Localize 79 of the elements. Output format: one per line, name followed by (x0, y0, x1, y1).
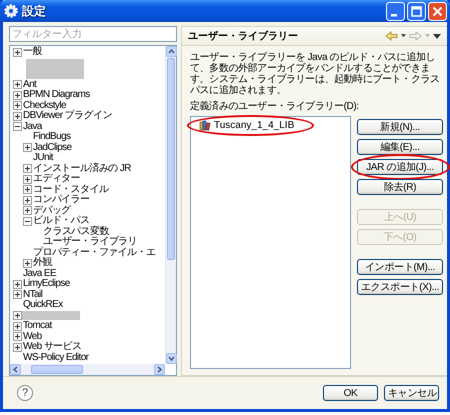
collapse-icon[interactable] (13, 122, 22, 132)
expand-icon[interactable] (13, 48, 22, 57)
action-button[interactable]: インポート(M)... (357, 259, 443, 275)
tree-item[interactable]: QuickREx (22, 300, 63, 310)
page-title: ユーザー・ライブラリー (188, 30, 299, 43)
scroll-down-icon[interactable] (166, 353, 177, 364)
tree-item[interactable]: Web サービス (22, 342, 82, 352)
action-button[interactable]: エクスポート(X)... (357, 279, 444, 295)
tree-item[interactable]: ビルド・パス (32, 216, 90, 226)
dropdown-icon[interactable] (401, 34, 406, 38)
tree-item[interactable]: BPMN Diagrams (22, 90, 90, 100)
redacted-block (22, 311, 80, 320)
tree-item[interactable]: インストール済みの JR (32, 164, 131, 174)
action-button[interactable]: 編集(E)... (357, 139, 443, 155)
action-button[interactable]: 除去(R) (357, 179, 443, 195)
tree-item[interactable]: エディター (32, 174, 80, 184)
scroll-up-icon[interactable] (166, 46, 177, 57)
expand-icon[interactable] (13, 290, 22, 300)
tree-item[interactable]: コード・スタイル (32, 184, 108, 195)
expand-icon[interactable] (23, 196, 32, 205)
expand-icon[interactable] (13, 90, 22, 100)
tree-item[interactable]: DBViewer プラグイン (22, 111, 112, 122)
cancel-button[interactable]: キャンセル (384, 385, 439, 401)
close-icon[interactable] (428, 2, 447, 20)
list-label: 定義済みのユーザー・ライブラリー(D): (190, 100, 360, 113)
scroll-right-icon[interactable] (154, 364, 165, 375)
minimize-icon[interactable] (386, 2, 405, 20)
scroll-thumb[interactable] (31, 365, 83, 374)
action-button[interactable]: 新規(N)... (357, 119, 443, 135)
expand-icon[interactable] (13, 311, 22, 320)
tree-item[interactable]: コンパイラー (32, 195, 90, 206)
help-button[interactable]: ? (17, 385, 33, 401)
description-text: ユーザー・ライブラリーを Java のビルド・パスに追加して、多数の外部アーカイブをバンドルすることができます。システム・ライブラリーは、起動時にブート・クラスパスに追加されます。 (190, 52, 441, 96)
expand-icon[interactable] (13, 80, 22, 90)
tree-item[interactable]: 一般 (22, 47, 42, 58)
expand-icon[interactable] (23, 164, 32, 174)
tree-item[interactable]: Java (22, 122, 42, 132)
ok-button[interactable]: OK (323, 385, 378, 401)
tree-item[interactable]: WS-Policy Editor (22, 352, 88, 363)
scroll-thumb[interactable] (167, 58, 175, 260)
tree-item[interactable]: Ant (22, 80, 36, 90)
expand-icon[interactable] (13, 101, 22, 110)
expand-icon[interactable] (23, 143, 32, 152)
action-button[interactable]: JAR の追加(J)... (357, 159, 443, 175)
gear-icon (4, 4, 18, 18)
menu-icon[interactable] (433, 34, 441, 38)
tree-item[interactable]: FindBugs (32, 132, 70, 142)
window-title: 設定 (22, 2, 47, 20)
maximize-icon[interactable] (407, 2, 426, 20)
expand-icon[interactable] (23, 185, 32, 194)
collapse-icon[interactable] (23, 216, 32, 226)
expand-icon[interactable] (13, 342, 22, 352)
library-item[interactable]: Tuscany_1_4_LIB (214, 120, 294, 131)
tree-item[interactable]: LimyEclipse (22, 279, 70, 290)
expand-icon[interactable] (13, 280, 22, 289)
tree-item[interactable]: Checkstyle (22, 100, 66, 111)
tree-item[interactable]: NTail (22, 290, 42, 300)
scroll-left-icon[interactable] (10, 364, 21, 375)
tree-item[interactable]: Web (22, 332, 42, 342)
library-icon (199, 120, 211, 131)
filter-field[interactable]: フィルター入力 (9, 26, 177, 42)
expand-icon[interactable] (23, 258, 32, 268)
horizontal-scrollbar[interactable] (10, 364, 165, 375)
redacted-block (26, 58, 84, 78)
vertical-scrollbar[interactable] (165, 46, 176, 364)
tree-item[interactable]: ユーザー・ライブラリ (42, 237, 138, 248)
tree-item[interactable]: デバッグ (32, 206, 71, 216)
expand-icon[interactable] (13, 322, 22, 331)
tree-item[interactable]: Java EE (22, 268, 56, 279)
expand-icon[interactable] (23, 174, 32, 184)
tree-item[interactable]: JadClipse (32, 142, 72, 153)
expand-icon[interactable] (13, 112, 22, 121)
expand-icon[interactable] (13, 332, 22, 342)
tree-item[interactable]: クラスパス変数 (42, 226, 109, 237)
tree-item[interactable]: JUnit (32, 153, 53, 164)
tree-item[interactable]: 外観 (32, 258, 52, 268)
expand-icon[interactable] (23, 206, 32, 216)
tree-item[interactable]: Tomcat (22, 321, 52, 332)
tree-item[interactable]: プロパティー・ファイル・エ (32, 248, 156, 258)
